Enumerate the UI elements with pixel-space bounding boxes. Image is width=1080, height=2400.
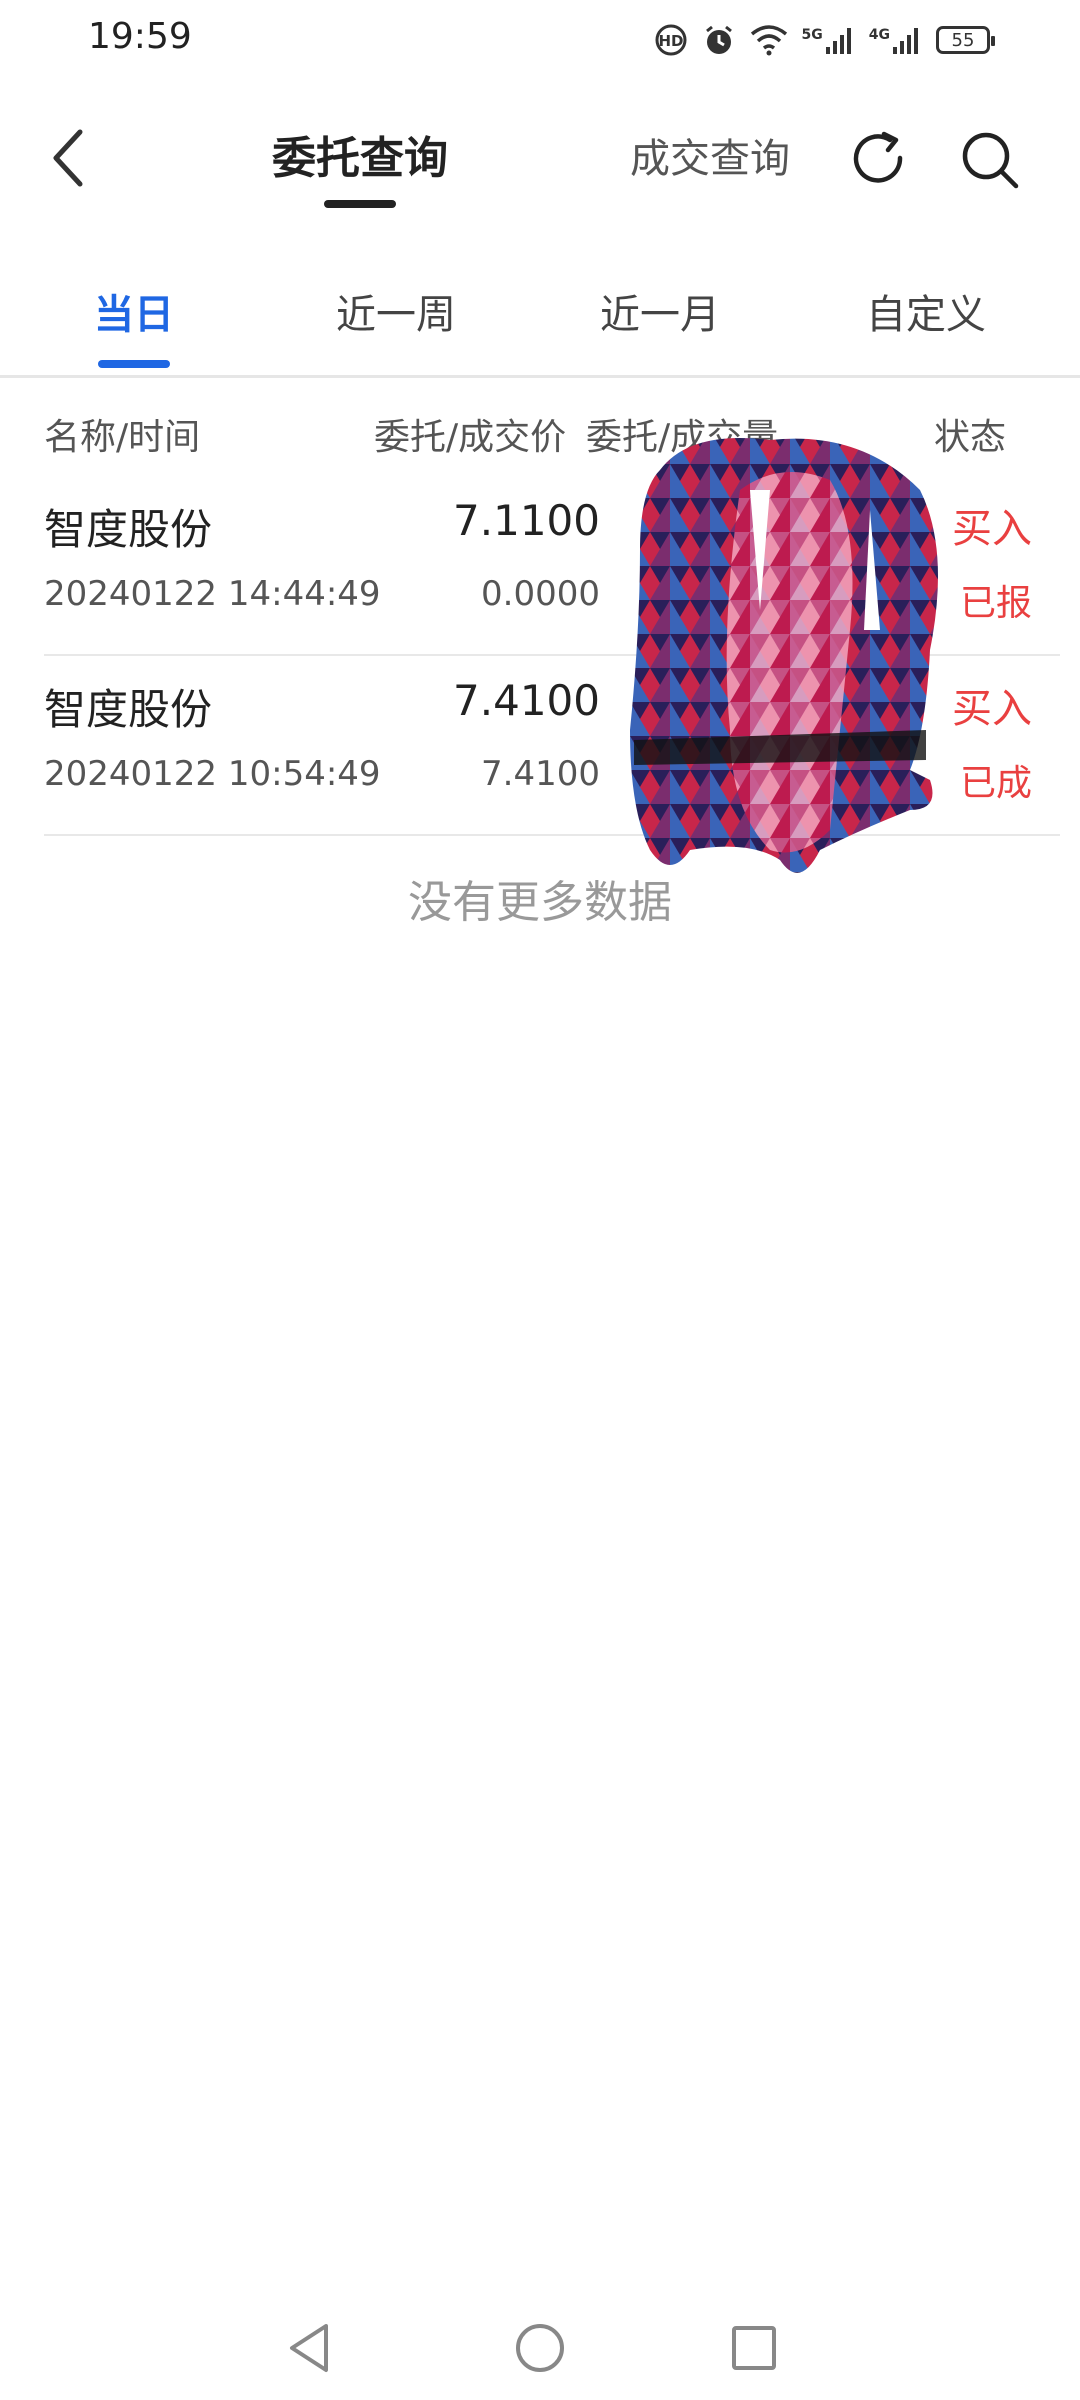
signal-4g-icon: 4G: [869, 25, 922, 55]
nav-home-icon: [516, 2324, 564, 2372]
order-status: 已报: [959, 583, 1032, 624]
order-time: 20240122 10:54:49: [44, 754, 381, 794]
battery-icon: 55: [936, 26, 995, 54]
tab-week[interactable]: 近一周: [326, 282, 466, 340]
order-price: 7.1100: [453, 496, 600, 545]
nav-back-icon: [290, 2324, 328, 2372]
tab-trade-query[interactable]: 成交查询: [630, 126, 790, 184]
back-arrow-icon: [53, 129, 83, 187]
screen: 19:59 HD 5G 4G 55 委托查询 成交查询 当日 近一周 近一月 自…: [0, 0, 1080, 2400]
deal-price: 0.0000: [481, 574, 600, 614]
stock-name: 智度股份: [44, 505, 213, 554]
no-more-data: 没有更多数据: [408, 877, 672, 928]
net2-label: 4G: [868, 27, 890, 43]
hd-call-icon: HD: [654, 23, 688, 57]
search-button[interactable]: [956, 126, 1024, 194]
refresh-icon: [853, 131, 903, 183]
refresh-button[interactable]: [846, 126, 914, 194]
status-bar: 19:59 HD 5G 4G 55: [0, 0, 1080, 80]
nav-recents-button[interactable]: [714, 2308, 794, 2388]
tab-month[interactable]: 近一月: [590, 282, 730, 340]
redaction-mosaic: [630, 438, 938, 873]
status-icons: HD 5G 4G 55: [654, 18, 995, 62]
alarm-icon: [702, 23, 736, 57]
tab-order-query[interactable]: 委托查询: [268, 122, 452, 186]
period-tab-indicator: [98, 360, 170, 368]
order-direction: 买入: [952, 506, 1032, 552]
status-time: 19:59: [88, 16, 192, 57]
signal-5g-icon: 5G: [802, 25, 855, 55]
order-status: 已成: [959, 763, 1032, 804]
battery-level: 55: [951, 29, 975, 51]
tab-custom[interactable]: 自定义: [856, 282, 996, 340]
nav-back-button[interactable]: [270, 2308, 350, 2388]
search-icon: [962, 132, 1019, 189]
order-direction: 买入: [952, 686, 1032, 732]
order-time: 20240122 14:44:49: [44, 574, 381, 614]
order-price: 7.4100: [453, 676, 600, 725]
col-name-time: 名称/时间: [44, 417, 201, 458]
system-nav-bar: [0, 2300, 1080, 2400]
tab-today[interactable]: 当日: [88, 282, 180, 340]
header: 委托查询 成交查询: [0, 100, 1080, 220]
svg-text:HD: HD: [658, 32, 683, 50]
stock-name: 智度股份: [44, 685, 213, 734]
wifi-icon: [750, 24, 788, 56]
nav-recents-icon: [732, 2326, 776, 2370]
col-price: 委托/成交价: [374, 417, 567, 458]
deal-price: 7.4100: [481, 754, 600, 794]
nav-home-button[interactable]: [500, 2308, 580, 2388]
net1-label: 5G: [801, 27, 823, 43]
tab-active-underline: [324, 200, 396, 208]
period-tabs: 当日 近一周 近一月 自定义: [0, 270, 1080, 378]
back-button[interactable]: [40, 120, 96, 196]
